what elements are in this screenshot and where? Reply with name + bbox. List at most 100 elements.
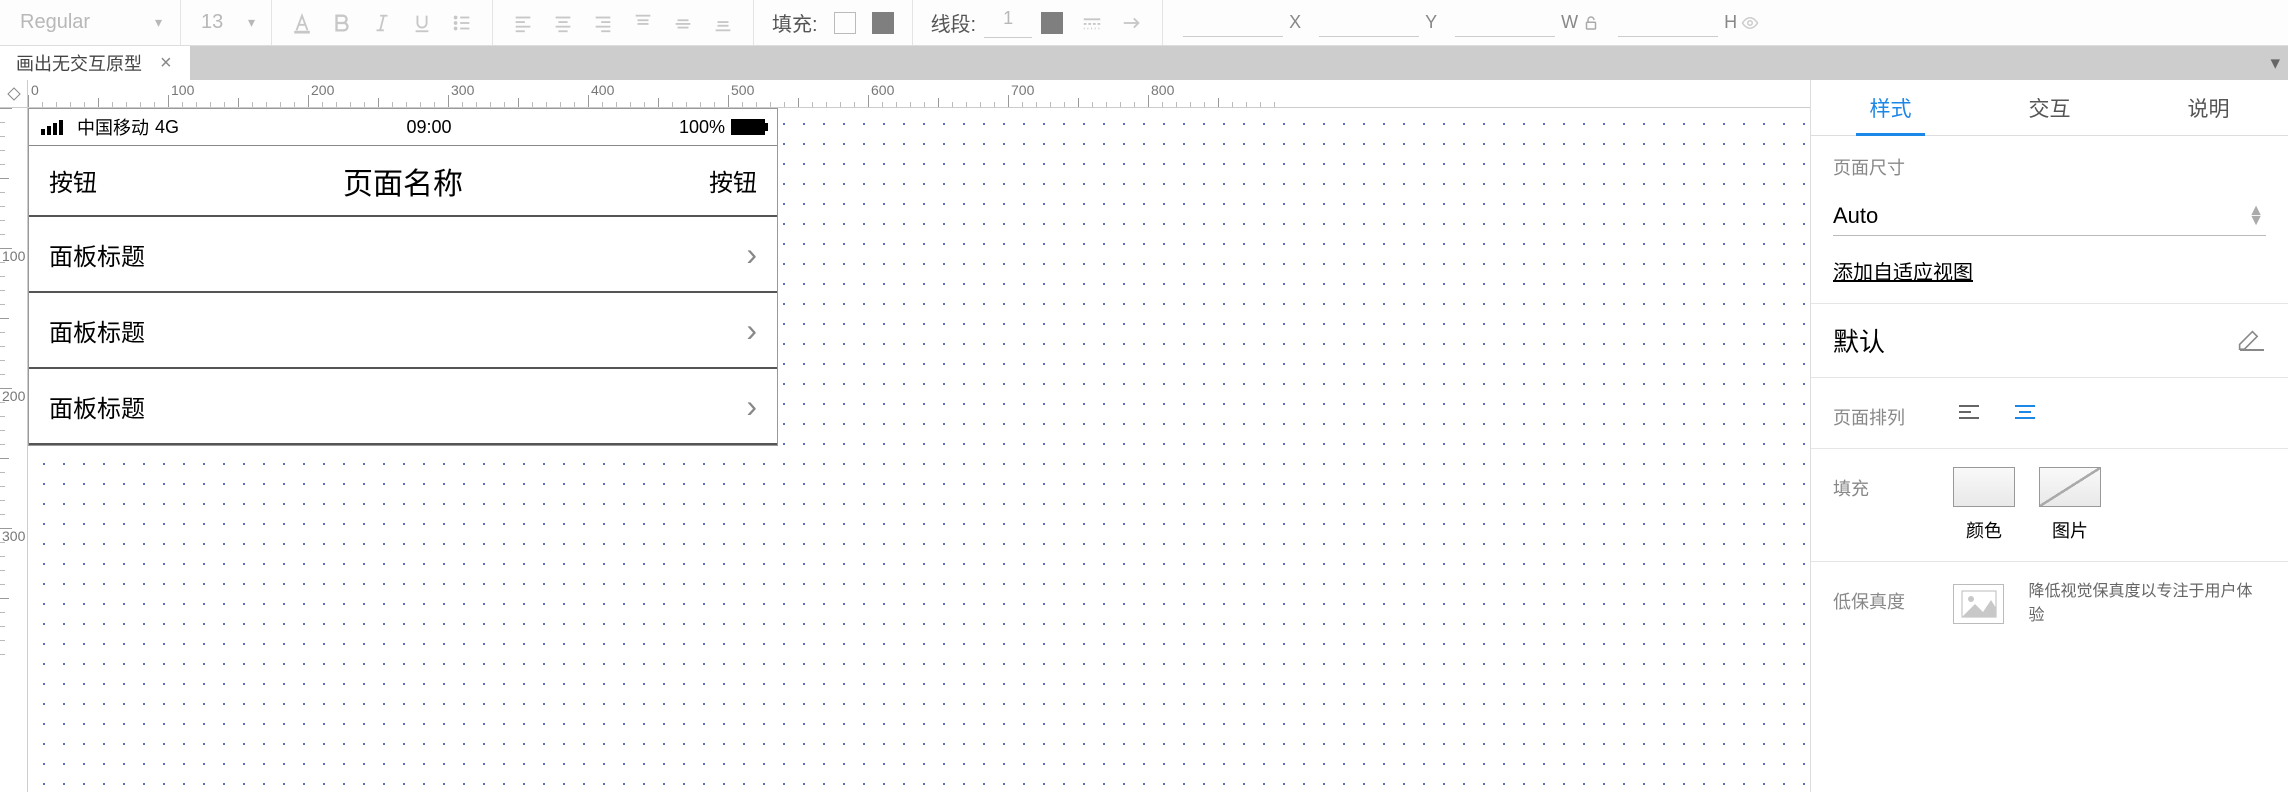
canvas-body: 100200300 中国移动 4G 09:00 xyxy=(0,108,1810,792)
lofi-toggle[interactable] xyxy=(1953,584,2004,624)
fill-image-option[interactable]: 图片 xyxy=(2039,467,2101,543)
visibility-icon[interactable] xyxy=(1741,14,1759,32)
fill-label: 填充: xyxy=(764,8,826,37)
lock-icon[interactable] xyxy=(1582,14,1600,32)
canvas-wrapper: 0100200300400500600700800 100200300 中国移动 xyxy=(0,80,1810,792)
font-family-value: Regular xyxy=(20,11,90,34)
battery-icon xyxy=(731,119,765,135)
lofi-section: 低保真度 降低视觉保真度以专注于用户体验 xyxy=(1811,562,2288,646)
nav-right-button[interactable]: 按钮 xyxy=(709,163,757,198)
horizontal-ruler[interactable]: 0100200300400500600700800 xyxy=(28,80,1810,108)
line-style-button[interactable] xyxy=(1074,5,1110,41)
fill-color-swatch[interactable] xyxy=(872,12,894,34)
page-size-select[interactable]: Auto ▲▼ xyxy=(1833,196,2266,236)
time-label: 09:00 xyxy=(179,117,679,138)
fill-label: 填充 xyxy=(1833,467,1953,501)
page-align-section: 页面排列 xyxy=(1811,378,2288,449)
vertical-ruler[interactable]: 100200300 xyxy=(0,108,28,792)
line-label: 线段: xyxy=(923,8,985,37)
align-right-button[interactable] xyxy=(585,5,621,41)
page-tab[interactable]: 画出无交互原型 × xyxy=(0,46,191,80)
tabs-dropdown[interactable]: ▾ xyxy=(2262,46,2288,80)
chevron-right-icon: › xyxy=(746,388,757,425)
ruler-row: 0100200300400500600700800 xyxy=(0,80,1810,108)
list-item-title: 面板标题 xyxy=(49,313,746,348)
list-item[interactable]: 面板标题› xyxy=(29,217,777,293)
device-frame[interactable]: 中国移动 4G 09:00 100% 按钮 页面名称 按钮 xyxy=(28,108,778,446)
y-field[interactable]: Y xyxy=(1319,9,1437,37)
lofi-description: 降低视觉保真度以专注于用户体验 xyxy=(2028,580,2266,628)
font-size-group: 13 ▾ xyxy=(181,0,272,45)
valign-middle-button[interactable] xyxy=(665,5,701,41)
fill-color-option[interactable]: 颜色 xyxy=(1953,467,2015,543)
device-list: 面板标题›面板标题›面板标题› xyxy=(29,217,777,445)
line-arrow-button[interactable] xyxy=(1114,5,1150,41)
tab-notes-label: 说明 xyxy=(2188,93,2230,123)
fill-color-label: 颜色 xyxy=(1966,517,2002,543)
font-size-select[interactable]: 13 ▾ xyxy=(191,6,261,40)
italic-button[interactable] xyxy=(364,5,400,41)
underline-button[interactable] xyxy=(404,5,440,41)
line-width-input[interactable]: 1 xyxy=(984,8,1032,38)
default-section: 默认 xyxy=(1811,304,2288,378)
x-field[interactable]: X xyxy=(1183,9,1301,37)
list-item-title: 面板标题 xyxy=(49,237,746,272)
caret-updown-icon: ▲▼ xyxy=(2248,206,2264,226)
fill-none-swatch[interactable] xyxy=(834,12,856,34)
tab-interact-label: 交互 xyxy=(2029,93,2071,123)
chevron-right-icon: › xyxy=(746,236,757,273)
list-item[interactable]: 面板标题› xyxy=(29,369,777,445)
add-adaptive-link[interactable]: 添加自适应视图 xyxy=(1833,256,1973,285)
network-label: 4G xyxy=(155,117,179,138)
list-item[interactable]: 面板标题› xyxy=(29,293,777,369)
battery-label: 100% xyxy=(679,117,725,138)
tab-style-label: 样式 xyxy=(1870,93,1912,123)
valign-bottom-button[interactable] xyxy=(705,5,741,41)
inspector-tabs: 样式 交互 说明 xyxy=(1811,80,2288,136)
page-align-left[interactable] xyxy=(1953,396,1985,428)
fill-section: 填充 颜色 图片 xyxy=(1811,449,2288,562)
page-tab-title: 画出无交互原型 xyxy=(16,50,142,76)
align-group xyxy=(493,0,754,45)
font-color-button[interactable] xyxy=(284,5,320,41)
page-align-center[interactable] xyxy=(2009,396,2041,428)
signal-icon xyxy=(41,120,63,135)
h-label: H xyxy=(1724,12,1737,33)
font-family-select[interactable]: Regular ▾ xyxy=(10,6,170,40)
align-left-button[interactable] xyxy=(505,5,541,41)
x-label: X xyxy=(1289,12,1301,33)
page-size-value: Auto xyxy=(1833,203,1878,229)
h-field[interactable]: H xyxy=(1618,9,1759,37)
carrier-label: 中国移动 xyxy=(77,114,149,140)
text-style-group xyxy=(272,0,493,45)
valign-top-button[interactable] xyxy=(625,5,661,41)
ruler-origin[interactable] xyxy=(0,80,28,108)
w-field[interactable]: W xyxy=(1455,9,1600,37)
align-center-button[interactable] xyxy=(545,5,581,41)
font-size-value: 13 xyxy=(201,11,223,34)
edit-icon[interactable] xyxy=(2238,330,2266,352)
font-family-group: Regular ▾ xyxy=(0,0,181,45)
canvas[interactable]: 中国移动 4G 09:00 100% 按钮 页面名称 按钮 xyxy=(28,108,1810,792)
tab-interact[interactable]: 交互 xyxy=(1970,80,2129,135)
list-item-title: 面板标题 xyxy=(49,389,746,424)
page-size-section: 页面尺寸 Auto ▲▼ 添加自适应视图 xyxy=(1811,136,2288,304)
status-right: 100% xyxy=(679,117,765,138)
page-tabs-row: 画出无交互原型 × ▾ xyxy=(0,46,2288,80)
list-button[interactable] xyxy=(444,5,480,41)
line-color-button[interactable] xyxy=(1034,5,1070,41)
close-icon[interactable]: × xyxy=(160,52,172,75)
bold-button[interactable] xyxy=(324,5,360,41)
inspector-panel: 样式 交互 说明 页面尺寸 Auto ▲▼ 添加自适应视图 默认 页面排列 xyxy=(1810,80,2288,792)
w-label: W xyxy=(1561,12,1578,33)
lofi-label: 低保真度 xyxy=(1833,580,1953,614)
chevron-right-icon: › xyxy=(746,312,757,349)
line-group: 线段: 1 xyxy=(913,0,1164,45)
top-toolbar: Regular ▾ 13 ▾ 填充: 线段: 1 X Y xyxy=(0,0,2288,46)
tab-notes[interactable]: 说明 xyxy=(2129,80,2288,135)
nav-bar: 按钮 页面名称 按钮 xyxy=(29,145,777,217)
tab-style[interactable]: 样式 xyxy=(1811,80,1970,135)
nav-left-button[interactable]: 按钮 xyxy=(49,163,97,198)
status-left: 中国移动 4G xyxy=(41,114,179,140)
page-size-label: 页面尺寸 xyxy=(1833,154,2266,180)
